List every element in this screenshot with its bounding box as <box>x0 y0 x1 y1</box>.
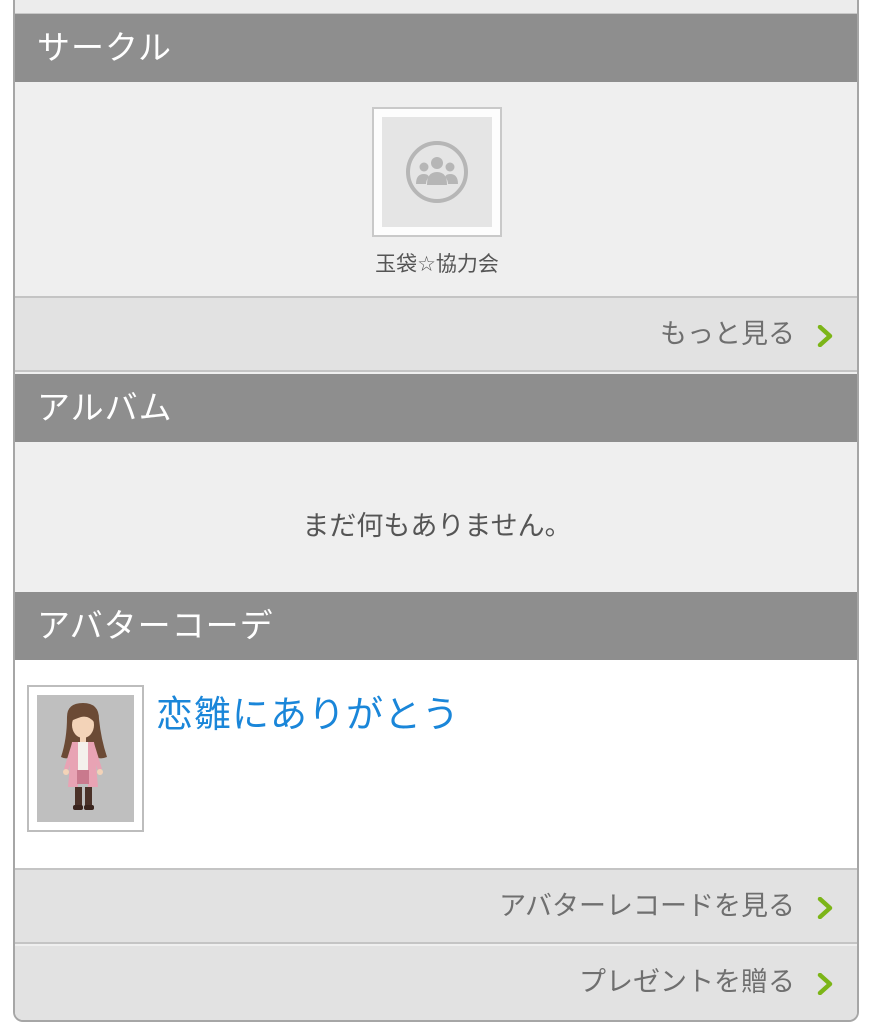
circle-section-title: サークル <box>37 28 173 67</box>
avatar-figure-icon <box>61 703 107 810</box>
circle-list: 玉袋☆協力会 <box>15 82 857 298</box>
circle-thumbnail[interactable] <box>372 107 502 237</box>
top-strip <box>15 0 857 14</box>
album-section-title: アルバム <box>37 388 173 427</box>
avatar-coord-section-header: アバターコーデ <box>15 592 857 660</box>
album-empty-message: まだ何もありません。 <box>302 511 572 542</box>
avatar-coord-section-title: アバターコーデ <box>37 606 274 645</box>
send-present-link[interactable]: プレゼントを贈る <box>15 946 857 1020</box>
circle-more-label: もっと見る <box>660 319 795 350</box>
chevron-right-icon <box>817 325 833 347</box>
avatar-coord-title[interactable]: 恋雛にありがとう <box>156 684 460 738</box>
avatar-image <box>37 695 134 822</box>
profile-panel: サークル 玉袋☆協力会 もっと見る アルバム まだ何もありません。 アバターコー… <box>13 0 859 1022</box>
circle-section-header: サークル <box>15 14 857 82</box>
chevron-right-icon <box>817 897 833 919</box>
chevron-right-icon <box>817 973 833 995</box>
album-section-header: アルバム <box>15 374 857 442</box>
circle-thumbnail-image <box>382 117 492 227</box>
avatar-coord-item: 恋雛にありがとう <box>15 660 857 870</box>
circle-name[interactable]: 玉袋☆協力会 <box>15 248 857 278</box>
group-icon <box>406 141 468 203</box>
avatar-record-label: アバターレコードを見る <box>499 891 795 922</box>
avatar-thumbnail[interactable] <box>27 685 144 832</box>
circle-more-link[interactable]: もっと見る <box>15 298 857 372</box>
avatar-record-link[interactable]: アバターレコードを見る <box>15 870 857 944</box>
album-list: まだ何もありません。 <box>15 442 857 592</box>
send-present-label: プレゼントを贈る <box>579 967 795 998</box>
